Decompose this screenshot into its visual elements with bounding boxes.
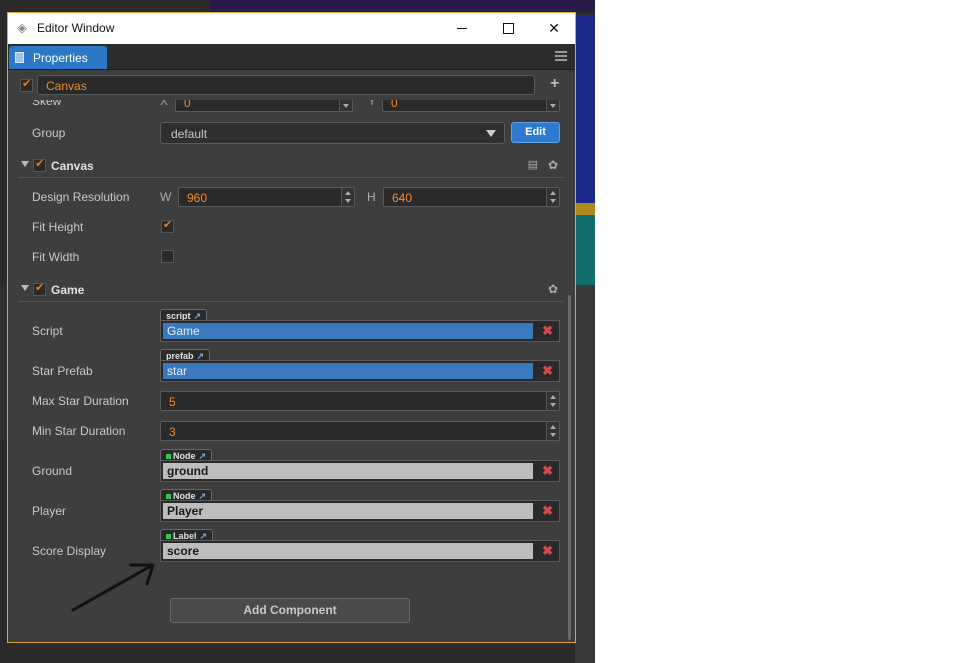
fit-width-checkbox[interactable] bbox=[161, 250, 174, 263]
skew-x-field[interactable]: 0 bbox=[175, 100, 353, 112]
height-label: H bbox=[367, 190, 376, 204]
canvas-enabled-checkbox[interactable] bbox=[33, 157, 46, 172]
add-icon[interactable]: + bbox=[550, 75, 559, 93]
skew-row: Skew X 0 Y 0 bbox=[8, 100, 575, 114]
tab-label: Properties bbox=[33, 50, 88, 65]
script-field[interactable]: Game ✖ bbox=[160, 320, 560, 342]
node-name-input[interactable]: Canvas bbox=[37, 75, 535, 95]
star-prefab-field[interactable]: star ✖ bbox=[160, 360, 560, 382]
min-star-duration-label: Min Star Duration bbox=[32, 424, 126, 438]
score-display-label: Score Display bbox=[32, 544, 107, 558]
group-select[interactable]: default bbox=[160, 122, 505, 144]
ground-value: ground bbox=[163, 463, 533, 479]
close-icon: ✕ bbox=[548, 20, 560, 36]
tab-bar: Properties bbox=[8, 44, 575, 70]
chevron-down-icon bbox=[486, 130, 496, 137]
add-component-button[interactable]: Add Component bbox=[170, 598, 410, 623]
properties-icon bbox=[15, 52, 24, 63]
max-star-duration-value: 5 bbox=[169, 395, 176, 409]
design-resolution-label: Design Resolution bbox=[32, 190, 130, 204]
fit-height-checkbox[interactable] bbox=[161, 218, 174, 233]
gear-icon[interactable]: ✿ bbox=[548, 158, 558, 172]
stepper-icon[interactable] bbox=[341, 188, 354, 206]
score-display-value: score bbox=[163, 543, 533, 559]
player-value: Player bbox=[163, 503, 533, 519]
player-field[interactable]: Player ✖ bbox=[160, 500, 560, 522]
background-scene-strip bbox=[210, 0, 595, 12]
score-display-field[interactable]: score ✖ bbox=[160, 540, 560, 562]
scrollbar[interactable] bbox=[568, 295, 571, 640]
background-scene-view-lower bbox=[575, 215, 595, 285]
canvas-component-title: Canvas bbox=[51, 159, 94, 173]
skew-y-value: 0 bbox=[391, 100, 398, 110]
node-dot-icon bbox=[166, 454, 171, 459]
properties-panel: Canvas + Skew X 0 Y 0 Group default Edit… bbox=[8, 70, 575, 642]
skew-label: Skew bbox=[32, 100, 62, 108]
close-button[interactable]: ✕ bbox=[531, 13, 577, 44]
node-dot-icon bbox=[166, 494, 171, 499]
minimize-icon bbox=[457, 28, 467, 29]
max-star-duration-label: Max Star Duration bbox=[32, 394, 129, 408]
game-enabled-checkbox[interactable] bbox=[33, 281, 46, 296]
clear-icon[interactable]: ✖ bbox=[542, 463, 553, 479]
app-icon: ◈ bbox=[17, 20, 27, 35]
game-component-title: Game bbox=[51, 283, 85, 297]
ground-field[interactable]: ground ✖ bbox=[160, 460, 560, 482]
star-prefab-label: Star Prefab bbox=[32, 364, 93, 378]
tab-properties[interactable]: Properties bbox=[9, 46, 107, 69]
resolution-width-value: 960 bbox=[187, 191, 208, 205]
game-component-header[interactable]: Game ✿ bbox=[18, 279, 563, 302]
background-scene-view bbox=[575, 15, 595, 205]
canvas-component-header[interactable]: Canvas ▤ ✿ bbox=[18, 155, 563, 178]
menu-icon[interactable] bbox=[555, 51, 567, 61]
clear-icon[interactable]: ✖ bbox=[542, 363, 553, 379]
stepper-icon[interactable] bbox=[546, 392, 559, 410]
minimize-button[interactable] bbox=[439, 13, 485, 44]
clear-icon[interactable]: ✖ bbox=[542, 503, 553, 519]
skew-y-field[interactable]: 0 bbox=[382, 100, 560, 112]
group-label: Group bbox=[32, 126, 66, 140]
node-dot-icon bbox=[166, 534, 171, 539]
stepper-icon[interactable] bbox=[546, 188, 559, 206]
clear-icon[interactable]: ✖ bbox=[542, 543, 553, 559]
skew-x-value: 0 bbox=[184, 100, 191, 110]
resolution-width-field[interactable]: 960 bbox=[178, 187, 355, 207]
player-label: Player bbox=[32, 504, 67, 518]
min-star-duration-value: 3 bbox=[169, 425, 176, 439]
group-value: default bbox=[171, 127, 208, 141]
skew-y-label: Y bbox=[368, 100, 377, 108]
edit-group-button[interactable]: Edit bbox=[511, 122, 560, 143]
skew-x-label: X bbox=[160, 100, 169, 108]
editor-window: ◈ Editor Window ✕ Properties Canvas + Sk… bbox=[7, 12, 576, 643]
script-value: Game bbox=[163, 323, 533, 339]
background-panel bbox=[575, 285, 595, 663]
min-star-duration-field[interactable]: 3 bbox=[160, 421, 560, 441]
window-title: Editor Window bbox=[37, 21, 115, 35]
maximize-button[interactable] bbox=[485, 13, 531, 44]
width-label: W bbox=[160, 190, 172, 204]
help-book-icon[interactable]: ▤ bbox=[528, 158, 538, 171]
star-prefab-value: star bbox=[163, 363, 533, 379]
title-bar[interactable]: ◈ Editor Window ✕ bbox=[8, 13, 575, 44]
resolution-height-field[interactable]: 640 bbox=[383, 187, 560, 207]
node-header: Canvas + bbox=[8, 70, 575, 100]
fit-width-label: Fit Width bbox=[32, 250, 80, 264]
max-star-duration-field[interactable]: 5 bbox=[160, 391, 560, 411]
collapse-arrow-icon[interactable] bbox=[21, 161, 29, 167]
gear-icon[interactable]: ✿ bbox=[548, 282, 558, 296]
clear-icon[interactable]: ✖ bbox=[542, 323, 553, 339]
stepper-icon[interactable] bbox=[546, 422, 559, 440]
annotation-arrow-icon bbox=[71, 563, 155, 612]
resolution-height-value: 640 bbox=[392, 191, 413, 205]
maximize-icon bbox=[502, 23, 514, 34]
node-enabled-checkbox[interactable] bbox=[20, 77, 33, 92]
script-label: Script bbox=[32, 324, 63, 338]
fit-height-label: Fit Height bbox=[32, 220, 84, 234]
collapse-arrow-icon[interactable] bbox=[21, 285, 29, 291]
ground-label: Ground bbox=[32, 464, 73, 478]
